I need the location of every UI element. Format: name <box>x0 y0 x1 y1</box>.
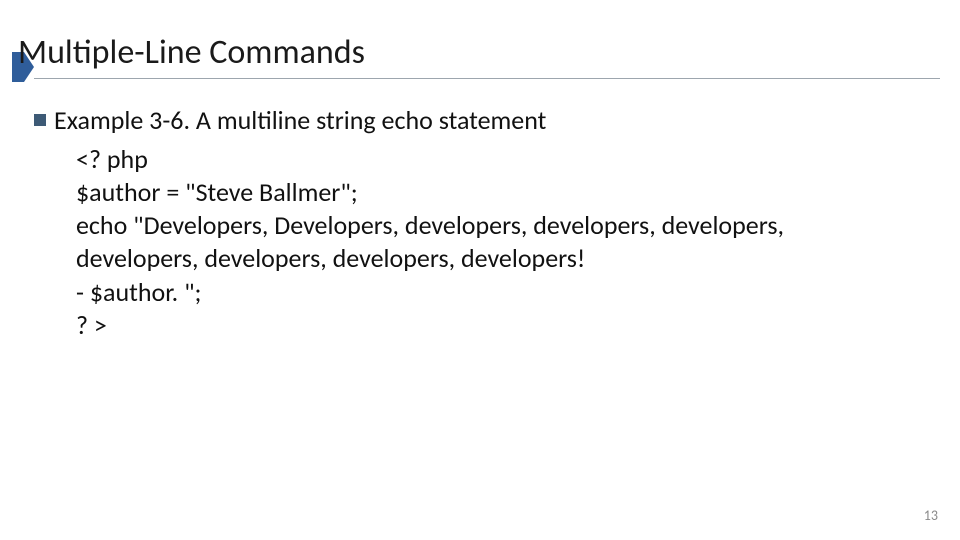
bullet-text: Example 3-6. A multiline string echo sta… <box>54 104 546 137</box>
page-number: 13 <box>924 507 938 524</box>
slide-title: Multiple-Line Commands <box>18 32 365 73</box>
square-bullet-icon <box>34 114 46 126</box>
code-block: <? php $author = "Steve Ballmer"; echo "… <box>76 143 920 343</box>
slide-title-row: Multiple-Line Commands <box>12 24 940 80</box>
slide-body: Example 3-6. A multiline string echo sta… <box>34 104 920 342</box>
title-underline <box>34 78 940 79</box>
bullet-row: Example 3-6. A multiline string echo sta… <box>34 104 920 137</box>
